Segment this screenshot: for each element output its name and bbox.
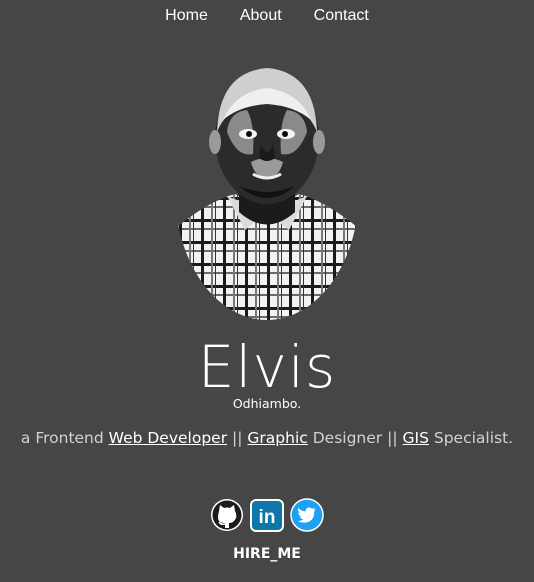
gis-link[interactable]: GIS	[403, 429, 429, 447]
linkedin-icon[interactable]: in	[249, 497, 285, 533]
portrait-image	[175, 62, 359, 320]
profile-tagline: a Frontend Web Developer || Graphic Desi…	[0, 429, 534, 447]
social-links: in	[0, 497, 534, 533]
profile-portrait	[175, 62, 359, 320]
profile-first-name: Elvis	[197, 333, 337, 401]
tagline-specialist: Specialist.	[433, 429, 514, 447]
nav-contact-link[interactable]: Contact	[314, 7, 369, 25]
top-nav: Home About Contact	[0, 7, 534, 25]
nav-home-link[interactable]: Home	[165, 7, 208, 25]
profile-last-name: Odhiambo.	[232, 396, 302, 411]
linkedin-text: in	[259, 507, 276, 528]
tagline-separator: ||	[232, 429, 243, 447]
hire-me-button[interactable]: HIRE_ME	[0, 546, 534, 562]
twitter-icon[interactable]	[289, 497, 325, 533]
nav-about-link[interactable]: About	[240, 7, 282, 25]
tagline-separator: ||	[387, 429, 398, 447]
web-developer-link[interactable]: Web Developer	[109, 429, 227, 447]
tagline-designer: Designer	[312, 429, 383, 447]
github-icon[interactable]	[209, 497, 245, 533]
graphic-link[interactable]: Graphic	[247, 429, 307, 447]
tagline-prefix: a Frontend	[20, 429, 104, 447]
